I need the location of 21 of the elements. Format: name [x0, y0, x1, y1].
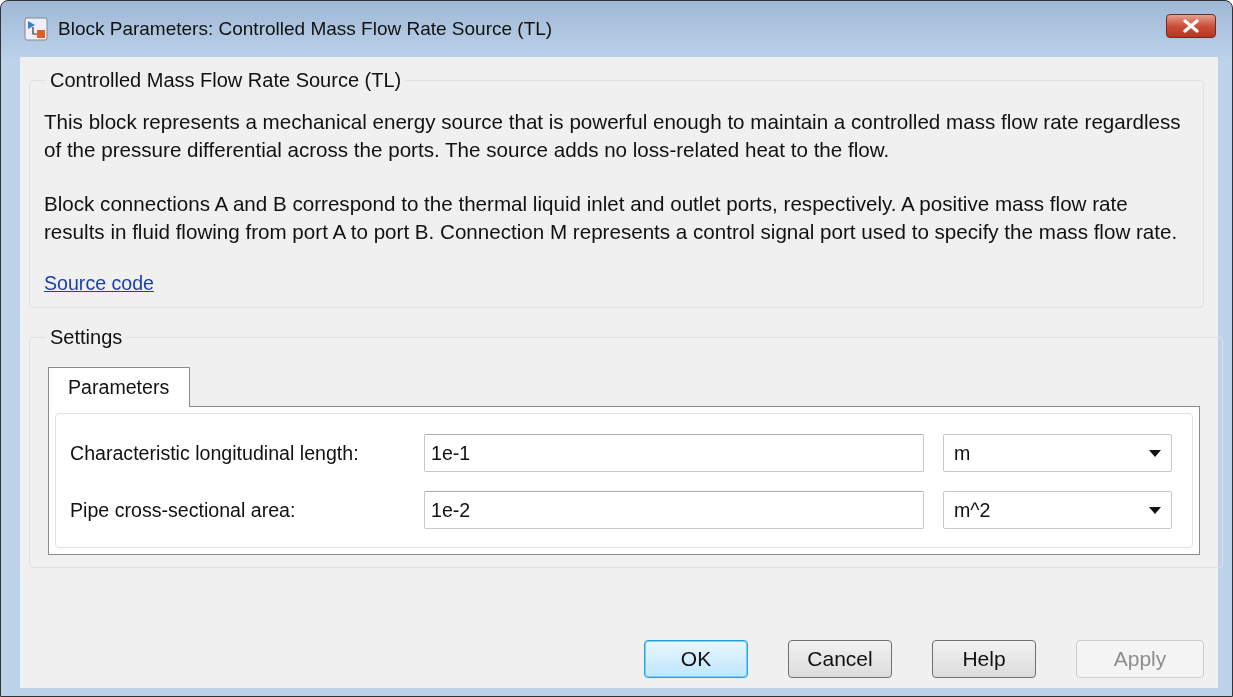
group-title: Controlled Mass Flow Rate Source (TL) — [49, 69, 403, 92]
unit-dropdown[interactable]: m — [943, 434, 1172, 472]
description-text: Block connections A and B correspond to the thermal liquid inlet and outlet ports, respectively. A positive mass flow rate results in fluid flowing from port A to port B. Connection M represents a control signal port used to specify the mass flow rate. — [44, 191, 1179, 245]
close-icon — [1182, 19, 1200, 33]
parameter-label: Characteristic longitudinal length: — [70, 441, 360, 465]
description-text: This block represents a mechanical energy source that is powerful enough to maintain a controlled mass flow rate regardless of the pressure differential across the ports. The source adds no loss-related heat to the flow. — [44, 109, 1182, 163]
parameter-label: Pipe cross-sectional area: — [70, 498, 297, 522]
close-button[interactable] — [1166, 14, 1216, 38]
dialog-button[interactable]: Help — [932, 640, 1036, 678]
caret-icon — [1149, 449, 1161, 457]
unit-dropdown[interactable]: m^2 — [943, 491, 1172, 529]
source-code-link[interactable]: Source code — [44, 272, 154, 294]
group-title: Settings — [49, 326, 124, 349]
block-icon — [24, 17, 48, 41]
dialog-button[interactable]: Cancel — [788, 640, 892, 678]
dialog-button[interactable]: OK — [644, 640, 748, 678]
input-field[interactable]: 1e-1 — [424, 434, 924, 472]
caret-icon — [1149, 506, 1161, 514]
input-field[interactable]: 1e-2 — [424, 491, 924, 529]
window-title: Block Parameters: Controlled Mass Flow Rate Source (TL) — [58, 18, 554, 40]
tab[interactable]: Parameters — [48, 367, 191, 407]
